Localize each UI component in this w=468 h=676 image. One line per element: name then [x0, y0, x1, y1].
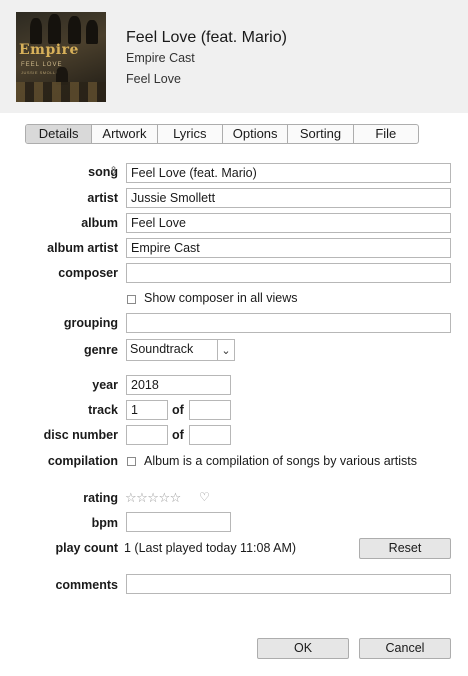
track-artist: Empire Cast: [126, 51, 195, 65]
cancel-button[interactable]: Cancel: [359, 638, 451, 659]
artwork-board: [16, 82, 106, 102]
tab-options[interactable]: Options: [223, 125, 289, 143]
track-number-field[interactable]: 1: [126, 400, 168, 420]
compilation-label: compilation: [47, 454, 118, 468]
disc-number-field[interactable]: [126, 425, 168, 445]
year-field[interactable]: 2018: [126, 375, 231, 395]
sort-updown-icon[interactable]: ⇕: [109, 164, 118, 177]
tab-bar: Details Artwork Lyrics Options Sorting F…: [25, 124, 419, 144]
album-label: album: [81, 216, 118, 230]
track-album: Feel Love: [126, 72, 181, 86]
song-field[interactable]: Feel Love (feat. Mario): [126, 163, 451, 183]
tab-file[interactable]: File: [354, 125, 418, 143]
bpm-field[interactable]: [126, 512, 231, 532]
tab-artwork[interactable]: Artwork: [92, 125, 158, 143]
disc-number-label: disc number: [43, 428, 118, 442]
year-label: year: [92, 378, 118, 392]
play-count-value: 1 (Last played today 11:08 AM): [124, 541, 297, 555]
grouping-field[interactable]: [126, 313, 451, 333]
artist-field[interactable]: Jussie Smollett: [126, 188, 451, 208]
show-composer-checkbox[interactable]: [127, 295, 136, 304]
artwork-figure: [48, 14, 61, 44]
heart-icon[interactable]: ♡: [199, 490, 210, 504]
artwork-figure: [68, 16, 81, 44]
show-composer-label: Show composer in all views: [144, 291, 298, 305]
tab-lyrics[interactable]: Lyrics: [158, 125, 223, 143]
track-of-label: of: [172, 403, 184, 417]
tab-sorting[interactable]: Sorting: [288, 125, 354, 143]
genre-label: genre: [83, 343, 118, 357]
compilation-checkbox-label: Album is a compilation of songs by vario…: [144, 454, 418, 468]
reset-button[interactable]: Reset: [359, 538, 451, 559]
album-artist-field[interactable]: Empire Cast: [126, 238, 451, 258]
play-count-label: play count: [55, 541, 118, 555]
genre-value: Soundtrack: [130, 342, 194, 356]
track-total-field[interactable]: [189, 400, 231, 420]
grouping-label: grouping: [63, 316, 118, 330]
compilation-checkbox[interactable]: [127, 457, 136, 466]
chevron-down-icon[interactable]: ⌄: [217, 340, 234, 360]
track-title: Feel Love (feat. Mario): [126, 29, 287, 46]
composer-label: composer: [58, 266, 118, 280]
comments-field[interactable]: [126, 574, 451, 594]
artwork-figure: [30, 18, 42, 44]
artist-label: artist: [87, 191, 118, 205]
rating-stars[interactable]: ☆☆☆☆☆: [125, 490, 181, 506]
composer-field[interactable]: [126, 263, 451, 283]
tab-details[interactable]: Details: [26, 125, 93, 143]
album-field[interactable]: Feel Love: [126, 213, 451, 233]
album-artist-label: album artist: [47, 241, 118, 255]
comments-label: comments: [55, 578, 118, 592]
artwork-caption: FEEL LOVE: [21, 62, 63, 68]
rating-label: rating: [83, 491, 118, 505]
genre-dropdown[interactable]: Soundtrack ⌄: [126, 339, 235, 361]
disc-total-field[interactable]: [189, 425, 231, 445]
artwork-logo: Empire: [19, 42, 79, 58]
album-artwork[interactable]: Empire FEEL LOVE JUSSIE SMOLLETT: [16, 12, 106, 102]
artwork-figure: [86, 20, 98, 44]
header: Empire FEEL LOVE JUSSIE SMOLLETT Feel Lo…: [0, 0, 468, 113]
ok-button[interactable]: OK: [257, 638, 349, 659]
bpm-label: bpm: [91, 516, 118, 530]
track-label: track: [88, 403, 118, 417]
disc-of-label: of: [172, 428, 184, 442]
